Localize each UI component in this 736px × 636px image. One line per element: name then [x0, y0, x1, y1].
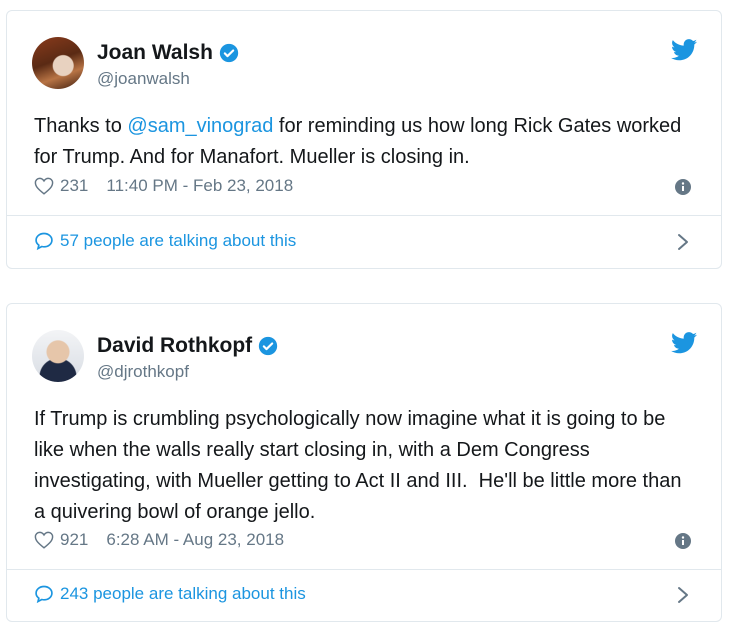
tweet-text: If Trump is crumbling psychologically no…	[34, 408, 688, 523]
twitter-bird-icon[interactable]	[671, 39, 697, 61]
tweet-card[interactable]: Joan Walsh @joanwalsh Thanks to @sam_vin…	[6, 10, 722, 269]
reply-bubble-icon	[35, 232, 53, 251]
info-icon[interactable]	[675, 533, 691, 549]
tweet-card[interactable]: David Rothkopf @djrothkopf If Trump is c…	[6, 303, 722, 622]
heart-icon[interactable]	[34, 531, 54, 549]
author-handle[interactable]: @djrothkopf	[97, 362, 189, 382]
tweet-text: Thanks to @sam_vinograd for reminding us…	[34, 111, 697, 173]
author-row[interactable]: David Rothkopf	[97, 334, 278, 358]
mention-link[interactable]: @sam_vinograd	[127, 115, 273, 137]
tweet-text-part: Thanks to	[34, 115, 128, 137]
like-count[interactable]: 231	[60, 176, 88, 196]
tweet-meta: 921 6:28 AM - Aug 23, 2018	[34, 530, 284, 550]
chevron-right-icon[interactable]	[677, 586, 689, 604]
heart-icon[interactable]	[34, 177, 54, 195]
timestamp[interactable]: 6:28 AM - Aug 23, 2018	[106, 530, 284, 550]
info-icon[interactable]	[675, 179, 691, 195]
conversation-link[interactable]: 57 people are talking about this	[34, 231, 296, 251]
divider	[7, 569, 721, 570]
author-name[interactable]: Joan Walsh	[97, 41, 213, 65]
divider	[7, 215, 721, 216]
verified-icon	[219, 43, 239, 63]
avatar[interactable]	[32, 330, 84, 382]
author-row[interactable]: Joan Walsh	[97, 41, 239, 65]
like-count[interactable]: 921	[60, 530, 88, 550]
timestamp[interactable]: 11:40 PM - Feb 23, 2018	[106, 176, 293, 196]
conversation-text[interactable]: 57 people are talking about this	[60, 231, 296, 251]
author-name[interactable]: David Rothkopf	[97, 334, 252, 358]
twitter-bird-icon[interactable]	[671, 332, 697, 354]
tweet-meta: 231 11:40 PM - Feb 23, 2018	[34, 176, 293, 196]
reply-bubble-icon	[35, 585, 53, 604]
conversation-text[interactable]: 243 people are talking about this	[60, 584, 306, 604]
verified-icon	[259, 336, 278, 356]
chevron-right-icon[interactable]	[677, 233, 689, 251]
avatar[interactable]	[32, 37, 84, 89]
author-handle[interactable]: @joanwalsh	[97, 69, 190, 89]
conversation-link[interactable]: 243 people are talking about this	[34, 584, 306, 604]
